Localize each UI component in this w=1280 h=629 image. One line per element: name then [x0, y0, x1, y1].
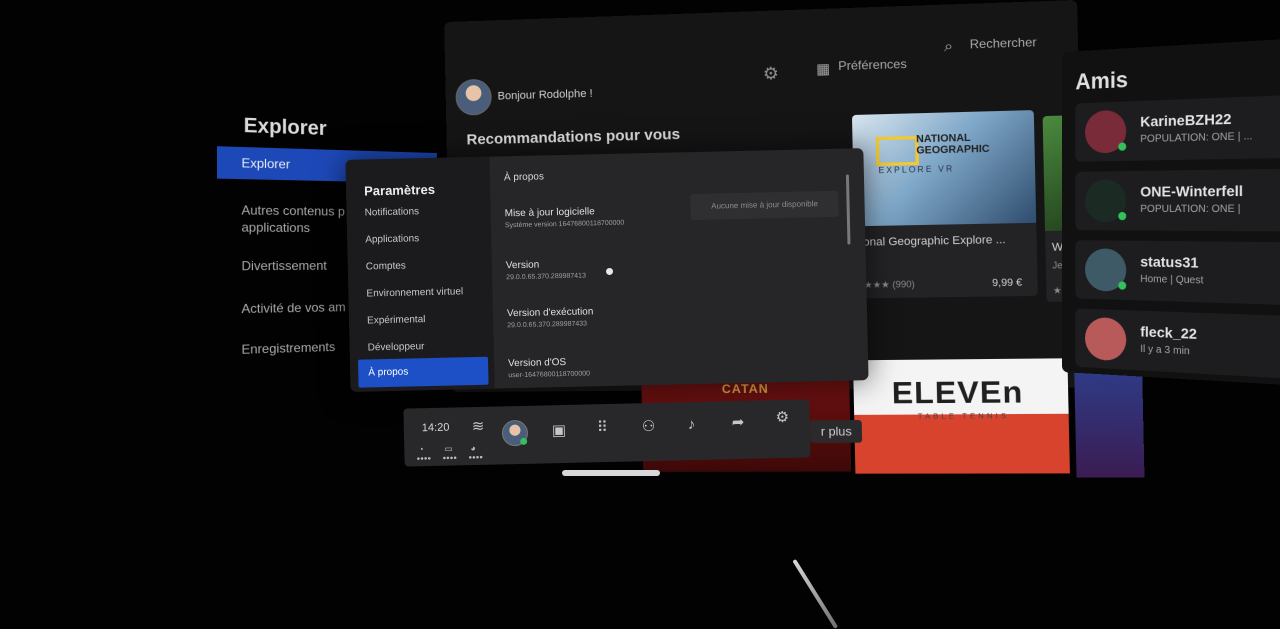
online-status-icon [1118, 212, 1126, 220]
wifi-icon[interactable]: ≋ [472, 417, 485, 435]
update-status-button[interactable]: Aucune mise à jour disponible [690, 191, 839, 220]
setting-label: Version [506, 260, 540, 272]
scrollbar[interactable] [846, 174, 851, 244]
catan-logo-text: CATAN [722, 382, 769, 397]
friend-status: POPULATION: ONE | ... [1140, 131, 1252, 145]
friend-name: ONE-Winterfell [1140, 182, 1243, 199]
friend-avatar [1085, 317, 1126, 362]
online-status-icon [1118, 281, 1126, 289]
setting-value: user-16476800118700000 [508, 370, 590, 379]
setting-value: Système version 16476800118700000 [505, 220, 624, 230]
greeting-text: Bonjour Rodolphe ! [497, 88, 592, 103]
settings-gear-icon[interactable]: ⚙ [775, 408, 789, 426]
friend-name: fleck_22 [1140, 323, 1197, 342]
left-controller-battery: ●●●● [416, 456, 431, 462]
settings-title: Paramètres [364, 182, 435, 199]
natgeo-card[interactable]: NATIONAL GEOGRAPHIC EXPLORE VR onal Geog… [852, 110, 1038, 298]
headset-battery: ●●●● [442, 455, 457, 461]
friend-status: Il y a 3 min [1140, 344, 1189, 358]
right-controller-battery: ●●●● [468, 455, 483, 461]
setting-value: 29.0.0.65.370.289987413 [506, 272, 586, 281]
clock: 14:20 [422, 422, 450, 435]
store-bag-icon[interactable]: ▣ [552, 421, 567, 439]
friends-panel: Amis KarineBZH22 POPULATION: ONE | ... O… [1062, 38, 1280, 387]
bell-icon[interactable]: ♪ [688, 416, 696, 433]
friend-status: POPULATION: ONE | [1140, 203, 1240, 215]
recommendations-title: Recommandations pour vous [466, 126, 680, 149]
apps-grid-icon[interactable]: ⠿ [597, 418, 608, 436]
setting-label: Version d'exécution [507, 306, 594, 319]
version-indicator-dot [606, 268, 613, 275]
online-status-icon [520, 438, 527, 445]
setting-value: 29.0.0.65.370.289987433 [507, 320, 587, 329]
runtime-version-row[interactable]: Version d'exécution 29.0.0.65.370.289987… [507, 301, 847, 309]
setting-label: Mise à jour logicielle [505, 206, 595, 219]
natgeo-logo-icon [876, 136, 919, 166]
home-indicator [562, 470, 660, 476]
version-row[interactable]: Version 29.0.0.65.370.289987413 [506, 253, 846, 261]
settings-nav-virtual-environment[interactable]: Environnement virtuel [356, 278, 487, 308]
friend-item[interactable]: fleck_22 Il y a 3 min [1075, 308, 1280, 379]
friends-title: Amis [1075, 67, 1128, 96]
settings-nav: Paramètres Notifications Applications Co… [345, 157, 494, 392]
settings-panel: Paramètres Notifications Applications Co… [345, 148, 868, 392]
avatar[interactable] [455, 79, 492, 116]
settings-nav-accounts[interactable]: Comptes [356, 251, 487, 281]
friend-item[interactable]: KarineBZH22 POPULATION: ONE | ... [1075, 95, 1280, 162]
setting-label: Version d'OS [508, 357, 566, 369]
friend-item[interactable]: status31 Home | Quest [1075, 240, 1280, 305]
natgeo-title: onal Geographic Explore ... [863, 234, 1006, 249]
natgeo-rating: ★★★ (990) [864, 279, 915, 291]
friend-item[interactable]: ONE-Winterfell POPULATION: ONE | [1075, 169, 1280, 232]
preferences-grid-icon[interactable]: ▦ [816, 60, 830, 78]
settings-nav-about[interactable]: À propos [358, 357, 489, 388]
section-title: À propos [504, 171, 544, 183]
settings-nav-notifications[interactable]: Notifications [354, 197, 485, 227]
eleven-tile[interactable]: ELEVEn TABLE TENNIS [853, 358, 1070, 473]
friend-name: KarineBZH22 [1140, 110, 1231, 130]
online-status-icon [1118, 142, 1126, 150]
natgeo-price: 9,99 € [992, 277, 1022, 289]
eleven-logo-text: ELEVEn [891, 375, 1023, 411]
left-controller-icon: ◔ [418, 444, 424, 454]
headset-icon: ▭ [444, 444, 453, 455]
friend-status: Home | Quest [1140, 274, 1203, 287]
settings-nav-experimental[interactable]: Expérimental [357, 305, 488, 335]
natgeo-subtitle: EXPLORE VR [878, 164, 954, 175]
see-more-button[interactable]: r plus [810, 420, 862, 443]
search-button[interactable]: Rechercher [970, 35, 1037, 52]
game-tile[interactable] [1074, 362, 1144, 478]
friend-name: status31 [1140, 253, 1198, 271]
settings-nav-applications[interactable]: Applications [355, 224, 486, 254]
universal-menu-bar: 14:20 ◔ ●●●● ▭ ●●●● ◕ ●●●● ≋ ▣ ⠿ ⚇ ♪ ➦ ⚙ [403, 399, 810, 466]
preferences-button[interactable]: Préférences [838, 57, 907, 74]
explore-title: Explorer [244, 115, 327, 141]
right-controller-icon: ◕ [470, 443, 476, 453]
os-version-row[interactable]: Version d'OS user-16476800118700000 [508, 351, 848, 359]
share-icon[interactable]: ➦ [732, 413, 745, 431]
people-icon[interactable]: ⚇ [642, 417, 656, 435]
natgeo-brand: NATIONAL GEOGRAPHIC [916, 132, 991, 157]
settings-ring-icon[interactable]: ⚙ [763, 64, 779, 85]
natgeo-cover-image: NATIONAL GEOGRAPHIC EXPLORE VR [852, 110, 1036, 226]
controller-ray [792, 559, 838, 629]
search-icon[interactable]: ⌕ [944, 38, 953, 56]
eleven-logo-subtitle: TABLE TENNIS [918, 413, 1010, 421]
